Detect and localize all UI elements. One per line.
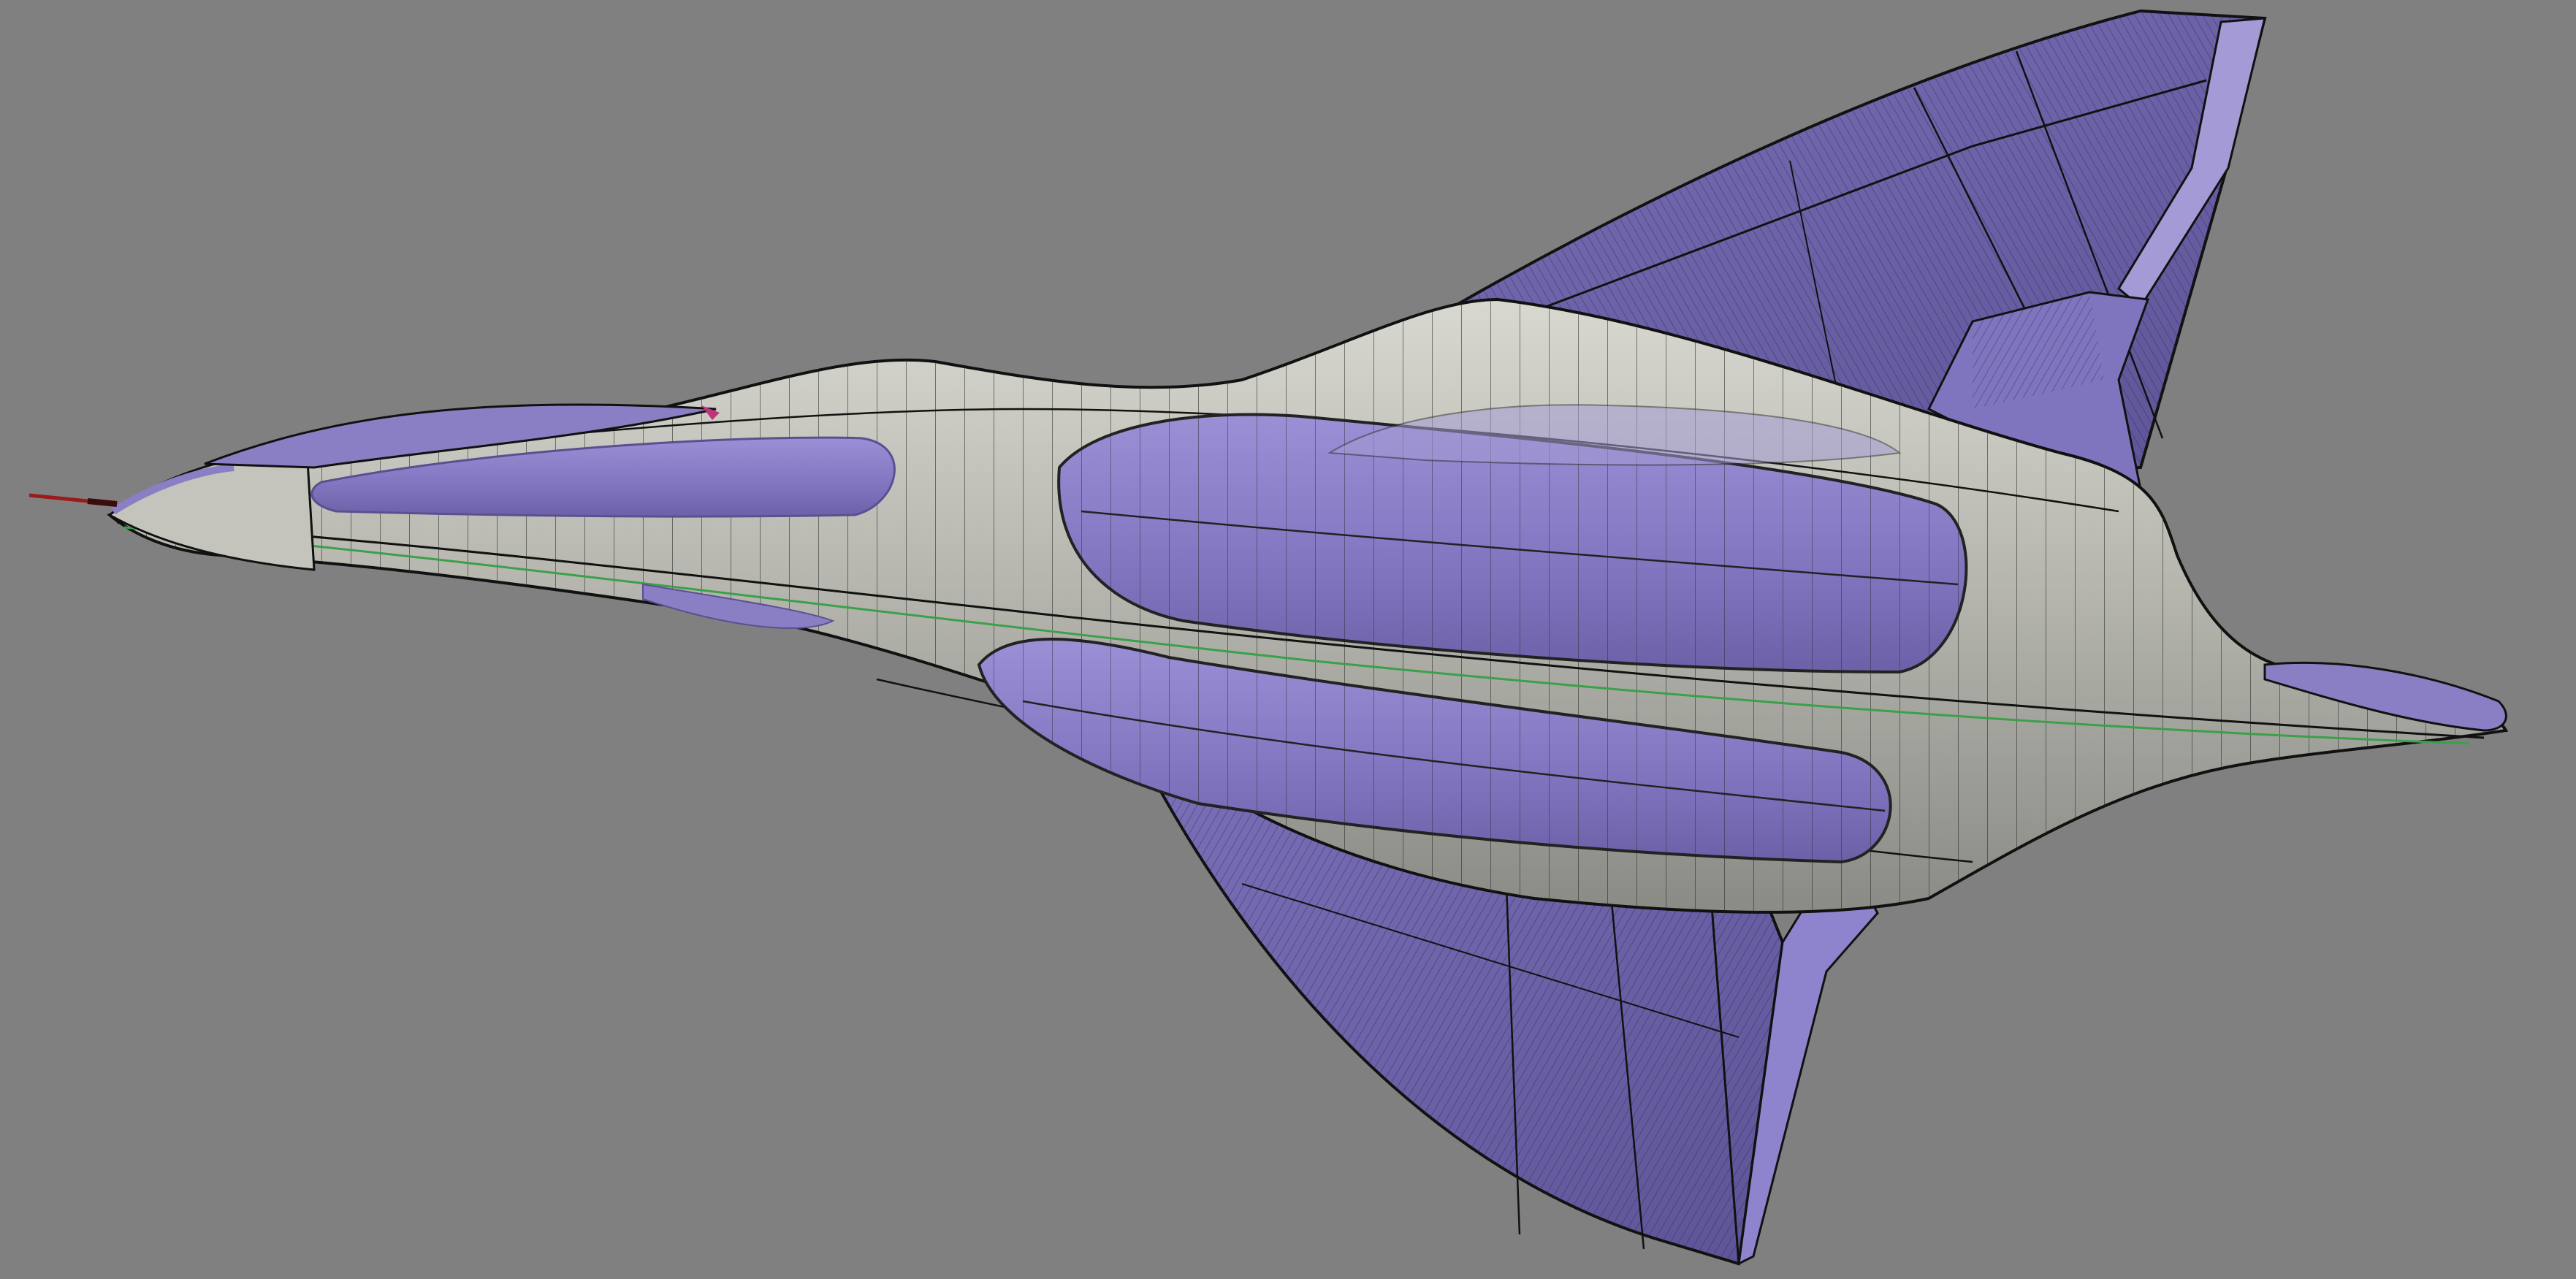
- 3d-viewport[interactable]: [0, 0, 2576, 1279]
- model-render: [28, 9, 2509, 1266]
- nose: [28, 448, 316, 571]
